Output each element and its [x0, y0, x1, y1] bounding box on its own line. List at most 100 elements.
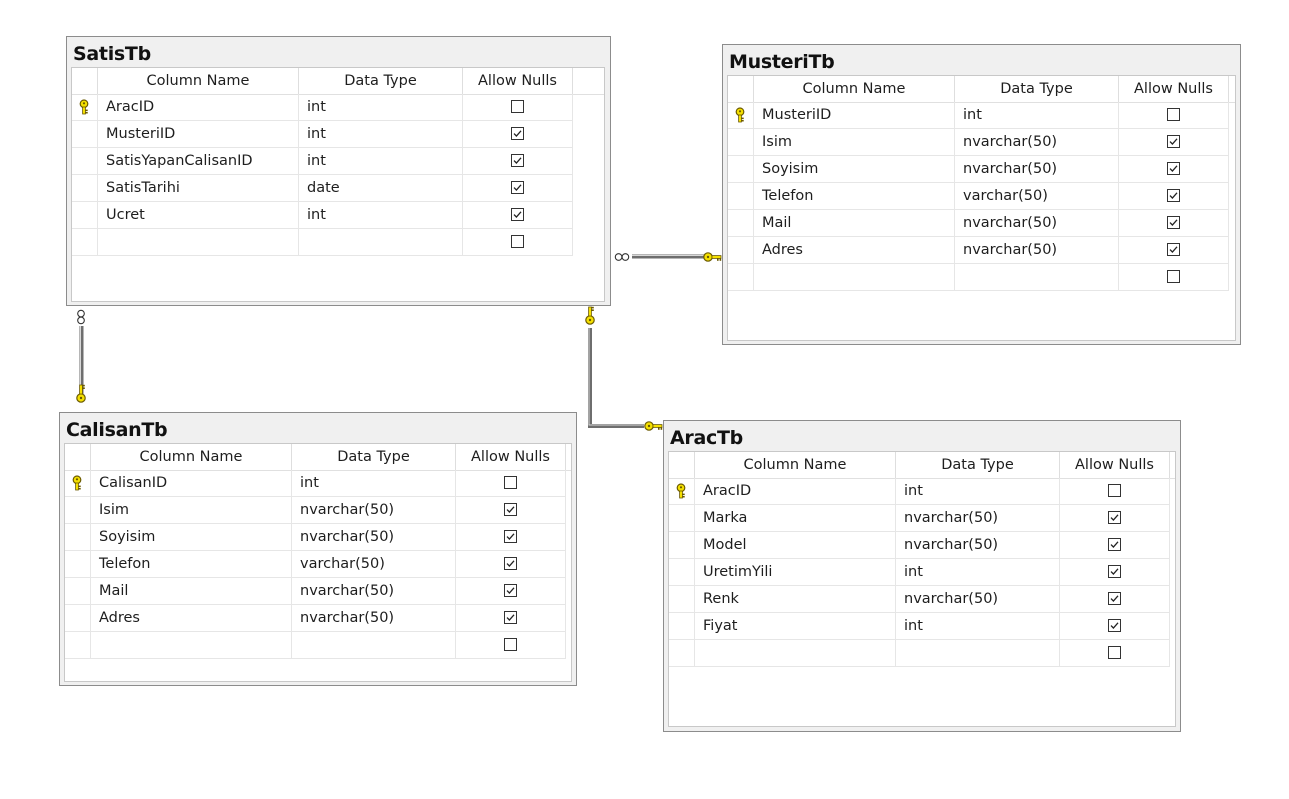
allow-nulls-checkbox[interactable] [504, 476, 517, 489]
allow-nulls-checkbox[interactable] [1167, 270, 1180, 283]
data-type-cell[interactable]: nvarchar(50) [896, 505, 1060, 532]
row-selector[interactable] [669, 505, 695, 532]
allow-nulls-checkbox[interactable] [504, 530, 517, 543]
allow-nulls-checkbox[interactable] [511, 181, 524, 194]
table-row[interactable]: Isim nvarchar(50) [728, 129, 1235, 156]
row-selector[interactable] [65, 470, 91, 497]
row-selector[interactable] [728, 156, 754, 183]
table-row[interactable]: Fiyat int [669, 613, 1175, 640]
table-row[interactable] [669, 640, 1175, 667]
allow-nulls-checkbox[interactable] [504, 557, 517, 570]
table-row[interactable]: Renk nvarchar(50) [669, 586, 1175, 613]
column-name-cell[interactable]: Isim [754, 129, 955, 156]
allow-nulls-checkbox[interactable] [1167, 216, 1180, 229]
column-name-cell[interactable] [695, 640, 896, 667]
row-selector[interactable] [72, 175, 98, 202]
column-name-cell[interactable]: Marka [695, 505, 896, 532]
table-row[interactable]: MusteriID int [728, 102, 1235, 129]
allow-nulls-checkbox[interactable] [1108, 484, 1121, 497]
row-selector[interactable] [669, 640, 695, 667]
table-row[interactable] [72, 229, 604, 256]
allow-nulls-checkbox[interactable] [511, 154, 524, 167]
allow-nulls-checkbox[interactable] [1108, 511, 1121, 524]
column-name-cell[interactable]: MusteriID [98, 121, 299, 148]
data-type-cell[interactable]: nvarchar(50) [955, 210, 1119, 237]
row-selector[interactable] [72, 202, 98, 229]
row-selector[interactable] [72, 121, 98, 148]
column-name-cell[interactable]: SatisYapanCalisanID [98, 148, 299, 175]
data-type-cell[interactable] [299, 229, 463, 256]
row-selector[interactable] [65, 605, 91, 632]
column-name-cell[interactable]: Telefon [754, 183, 955, 210]
row-selector[interactable] [65, 578, 91, 605]
relationship-satis-arac[interactable] [585, 306, 663, 431]
data-type-cell[interactable]: varchar(50) [292, 551, 456, 578]
table-row[interactable]: AracID int [72, 94, 604, 121]
column-name-cell[interactable]: AracID [98, 94, 299, 121]
row-selector[interactable] [65, 551, 91, 578]
data-type-cell[interactable]: nvarchar(50) [292, 524, 456, 551]
data-type-cell[interactable]: int [299, 94, 463, 121]
row-selector[interactable] [72, 94, 98, 121]
row-selector[interactable] [669, 532, 695, 559]
table-row[interactable]: SatisYapanCalisanID int [72, 148, 604, 175]
column-name-cell[interactable]: Soyisim [91, 524, 292, 551]
allow-nulls-checkbox[interactable] [511, 127, 524, 140]
table-calisantb[interactable]: CalisanTb Column Name Data Type Allow Null… [59, 412, 577, 686]
data-type-cell[interactable]: nvarchar(50) [896, 532, 1060, 559]
allow-nulls-checkbox[interactable] [1167, 189, 1180, 202]
data-type-cell[interactable]: nvarchar(50) [292, 605, 456, 632]
relationship-satis-musteri[interactable] [614, 252, 722, 262]
column-name-cell[interactable]: AracID [695, 478, 896, 505]
row-selector[interactable] [728, 237, 754, 264]
data-type-cell[interactable] [292, 632, 456, 659]
data-type-cell[interactable] [955, 264, 1119, 291]
data-type-cell[interactable]: int [299, 148, 463, 175]
column-name-cell[interactable]: SatisTarihi [98, 175, 299, 202]
allow-nulls-checkbox[interactable] [1167, 162, 1180, 175]
data-type-cell[interactable] [896, 640, 1060, 667]
allow-nulls-checkbox[interactable] [504, 584, 517, 597]
row-selector[interactable] [65, 524, 91, 551]
column-name-cell[interactable]: Fiyat [695, 613, 896, 640]
column-name-cell[interactable]: Renk [695, 586, 896, 613]
table-row[interactable]: UretimYili int [669, 559, 1175, 586]
row-selector[interactable] [728, 129, 754, 156]
row-selector[interactable] [669, 586, 695, 613]
table-row[interactable]: AracID int [669, 478, 1175, 505]
data-type-cell[interactable]: int [299, 121, 463, 148]
data-type-cell[interactable]: nvarchar(50) [955, 156, 1119, 183]
allow-nulls-checkbox[interactable] [1108, 646, 1121, 659]
table-row[interactable]: Telefon varchar(50) [728, 183, 1235, 210]
table-row[interactable]: Mail nvarchar(50) [728, 210, 1235, 237]
table-row[interactable] [65, 632, 571, 659]
allow-nulls-checkbox[interactable] [504, 503, 517, 516]
allow-nulls-checkbox[interactable] [511, 208, 524, 221]
data-type-cell[interactable]: nvarchar(50) [292, 578, 456, 605]
column-name-cell[interactable]: Mail [754, 210, 955, 237]
row-selector[interactable] [65, 497, 91, 524]
allow-nulls-checkbox[interactable] [504, 611, 517, 624]
table-musteritb[interactable]: MusteriTb Column Name Data Type Allow Null… [722, 44, 1241, 345]
allow-nulls-checkbox[interactable] [1108, 538, 1121, 551]
row-selector[interactable] [72, 229, 98, 256]
table-satistb[interactable]: SatisTb Column Name Data Type Allow Nulls A… [66, 36, 611, 306]
allow-nulls-checkbox[interactable] [1108, 565, 1121, 578]
table-row[interactable]: CalisanID int [65, 470, 571, 497]
column-name-cell[interactable]: Ucret [98, 202, 299, 229]
data-type-cell[interactable]: nvarchar(50) [896, 586, 1060, 613]
data-type-cell[interactable]: int [955, 102, 1119, 129]
data-type-cell[interactable]: int [896, 478, 1060, 505]
column-name-cell[interactable]: UretimYili [695, 559, 896, 586]
row-selector[interactable] [669, 613, 695, 640]
data-type-cell[interactable]: varchar(50) [955, 183, 1119, 210]
column-name-cell[interactable]: Soyisim [754, 156, 955, 183]
relationship-satis-calisan[interactable] [76, 309, 86, 403]
allow-nulls-checkbox[interactable] [1108, 592, 1121, 605]
column-name-cell[interactable] [98, 229, 299, 256]
table-row[interactable]: Adres nvarchar(50) [65, 605, 571, 632]
table-row[interactable]: Isim nvarchar(50) [65, 497, 571, 524]
row-selector[interactable] [728, 183, 754, 210]
row-selector[interactable] [728, 102, 754, 129]
column-name-cell[interactable]: Mail [91, 578, 292, 605]
